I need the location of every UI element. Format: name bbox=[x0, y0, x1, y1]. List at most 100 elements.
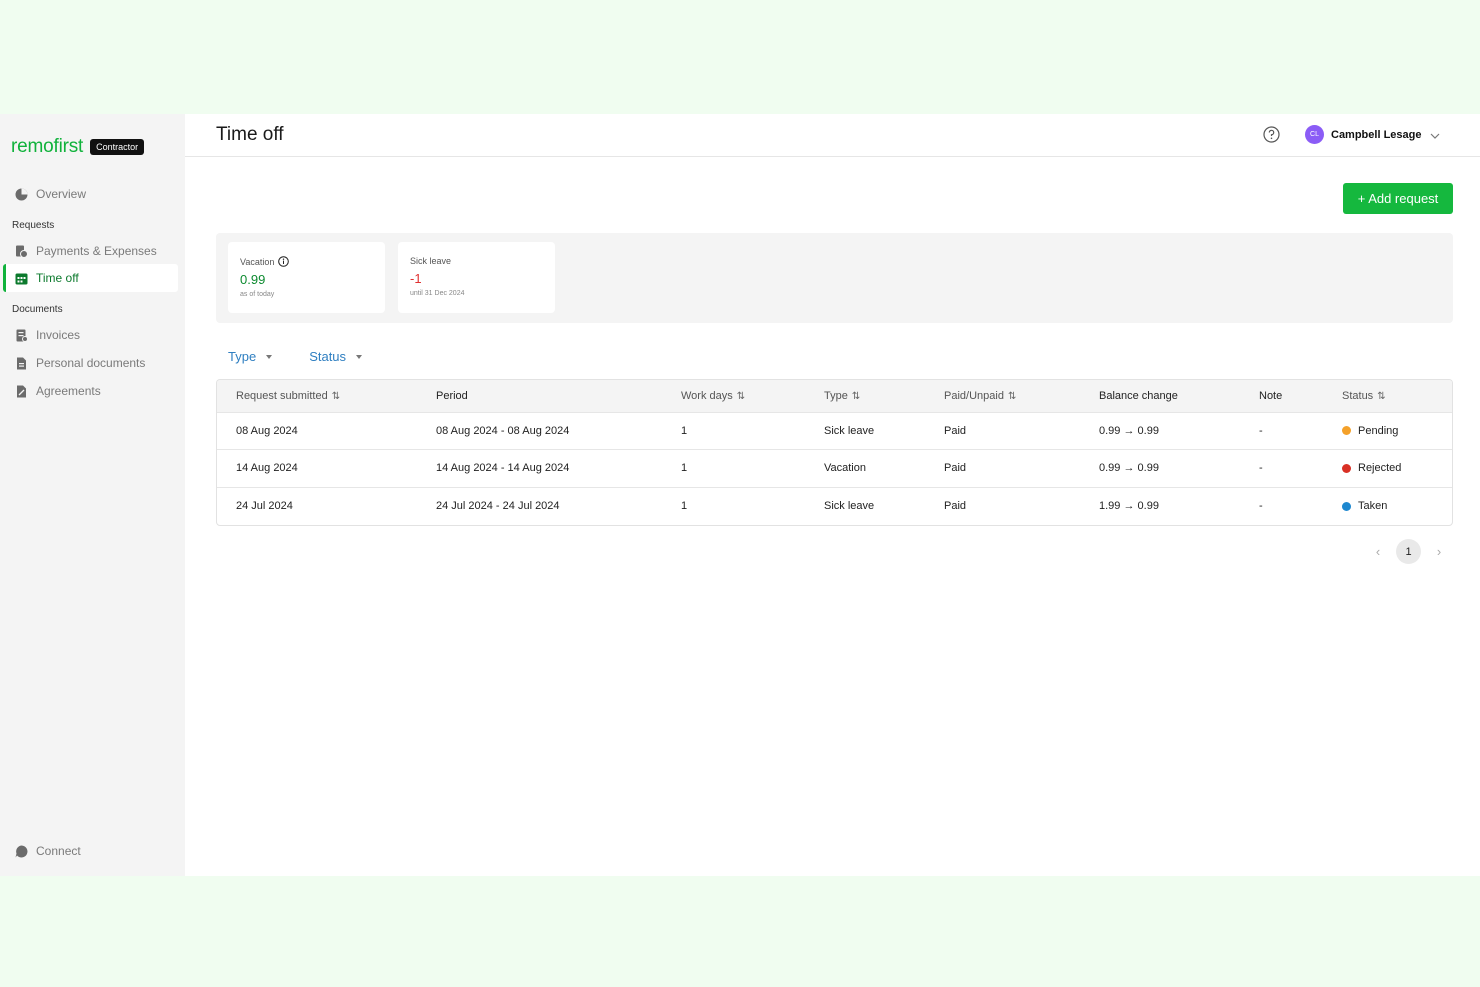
sidebar-item-personal-documents[interactable]: Personal documents bbox=[3, 349, 178, 377]
signed-document-icon bbox=[15, 385, 28, 398]
top-bar: Time off CL Campbell Lesage bbox=[185, 114, 1480, 157]
column-header-label: Period bbox=[436, 389, 468, 402]
column-header-label: Balance change bbox=[1099, 389, 1178, 402]
next-page-button[interactable]: › bbox=[1433, 544, 1445, 559]
status-label: Pending bbox=[1358, 424, 1399, 437]
calendar-icon bbox=[15, 272, 28, 285]
column-header-balance-change: Balance change bbox=[1080, 380, 1240, 412]
sidebar-item-agreements[interactable]: Agreements bbox=[3, 377, 178, 405]
column-header-work-days[interactable]: Work days ⇅ bbox=[662, 380, 805, 412]
previous-page-button[interactable]: ‹ bbox=[1372, 544, 1384, 559]
cell-note: - bbox=[1259, 500, 1263, 512]
add-request-button[interactable]: + Add request bbox=[1343, 183, 1453, 214]
table-row[interactable]: 24 Jul 2024 24 Jul 2024 - 24 Jul 2024 1 … bbox=[217, 487, 1452, 525]
pie-chart-icon bbox=[15, 188, 28, 201]
cell-balance-change: 0.99 → 0.99 bbox=[1099, 462, 1159, 475]
document-icon bbox=[15, 357, 28, 370]
sidebar-item-label: Connect bbox=[36, 844, 81, 858]
help-icon[interactable] bbox=[1263, 126, 1280, 143]
table-header-row: Request submitted ⇅ Period Work days ⇅ Typ… bbox=[217, 380, 1452, 412]
avatar: CL bbox=[1305, 125, 1324, 144]
sidebar-item-overview[interactable]: Overview bbox=[3, 180, 178, 208]
balance-note: as of today bbox=[240, 291, 275, 298]
sidebar-item-label: Invoices bbox=[36, 328, 81, 342]
balance-value: -1 bbox=[410, 271, 422, 286]
column-header-label: Status bbox=[1342, 389, 1374, 402]
column-header-label: Request submitted bbox=[236, 389, 328, 402]
cell-paid: Paid bbox=[944, 500, 967, 512]
cell-balance-change: 0.99 → 0.99 bbox=[1099, 424, 1159, 437]
app-window: remofirst Contractor Overview Requests P… bbox=[0, 114, 1480, 876]
balance-label: Vacation bbox=[240, 256, 373, 267]
sidebar-item-invoices[interactable]: Invoices bbox=[3, 321, 178, 349]
column-header-request-submitted[interactable]: Request submitted ⇅ bbox=[217, 380, 417, 412]
sort-icon: ⇅ bbox=[1377, 390, 1386, 402]
filter-label: Type bbox=[228, 349, 257, 364]
status-label: Rejected bbox=[1358, 462, 1402, 475]
balance-card-sick-leave: Sick leave -1 until 31 Dec 2024 bbox=[398, 242, 555, 313]
cell-submitted: 14 Aug 2024 bbox=[236, 462, 298, 475]
cell-type: Sick leave bbox=[824, 500, 875, 512]
brand-logo: remofirst bbox=[11, 136, 84, 157]
status-dot bbox=[1342, 501, 1351, 511]
sidebar-item-label: Personal documents bbox=[36, 356, 146, 370]
sidebar-item-connect[interactable]: Connect bbox=[3, 837, 178, 865]
column-header-label: Type bbox=[824, 389, 848, 402]
cell-status: Pending bbox=[1323, 412, 1452, 450]
column-header-label: Note bbox=[1259, 389, 1283, 402]
sidebar-item-label: Payments & Expenses bbox=[36, 244, 157, 258]
type-filter-dropdown[interactable]: Type bbox=[228, 349, 273, 364]
sidebar-item-payments[interactable]: Payments & Expenses bbox=[3, 237, 178, 265]
cell-paid: Paid bbox=[944, 424, 967, 437]
status-filter-dropdown[interactable]: Status bbox=[309, 349, 363, 364]
cell-balance-change: 1.99 → 0.99 bbox=[1099, 500, 1159, 512]
cell-status: Rejected bbox=[1323, 450, 1452, 488]
cell-submitted: 24 Jul 2024 bbox=[236, 500, 293, 512]
chat-bubble-icon bbox=[15, 845, 28, 858]
money-document-icon bbox=[15, 245, 28, 258]
caret-down-icon bbox=[356, 354, 363, 359]
status-dot bbox=[1342, 463, 1351, 473]
balance-value: 0.99 bbox=[240, 272, 266, 287]
sort-icon: ⇅ bbox=[1007, 390, 1017, 402]
cell-work-days: 1 bbox=[681, 462, 688, 475]
user-menu[interactable]: CL Campbell Lesage bbox=[1305, 125, 1441, 144]
info-icon[interactable] bbox=[278, 256, 290, 267]
column-header-period: Period bbox=[417, 380, 662, 412]
cell-status: Taken bbox=[1323, 487, 1452, 525]
cell-period: 24 Jul 2024 - 24 Jul 2024 bbox=[436, 500, 560, 512]
cell-work-days: 1 bbox=[681, 500, 688, 512]
balance-note: until 31 Dec 2024 bbox=[410, 290, 465, 297]
brand[interactable]: remofirst Contractor bbox=[11, 136, 145, 158]
sidebar-item-label: Overview bbox=[36, 187, 87, 201]
page-button-current[interactable]: 1 bbox=[1396, 539, 1421, 564]
sidebar: remofirst Contractor Overview Requests P… bbox=[0, 114, 185, 876]
status-label: Taken bbox=[1358, 500, 1388, 512]
status-dot bbox=[1342, 426, 1351, 436]
sidebar-item-time-off[interactable]: Time off bbox=[3, 264, 178, 292]
cell-note: - bbox=[1259, 424, 1263, 437]
caret-down-icon bbox=[266, 354, 273, 359]
cell-note: - bbox=[1259, 462, 1263, 475]
column-header-label: Paid/Unpaid bbox=[944, 389, 1004, 402]
pagination: ‹ 1 › bbox=[1372, 539, 1445, 564]
user-name: Campbell Lesage bbox=[1331, 128, 1422, 141]
time-off-table: Request submitted ⇅ Period Work days ⇅ Typ… bbox=[216, 379, 1453, 526]
sidebar-item-label: Agreements bbox=[36, 384, 101, 398]
balance-label-text: Vacation bbox=[240, 256, 275, 267]
column-header-status[interactable]: Status ⇅ bbox=[1323, 380, 1452, 412]
table-row[interactable]: 08 Aug 2024 08 Aug 2024 - 08 Aug 2024 1 … bbox=[217, 412, 1452, 450]
cell-period: 14 Aug 2024 - 14 Aug 2024 bbox=[436, 462, 570, 475]
page-title: Time off bbox=[216, 124, 284, 145]
cell-period: 08 Aug 2024 - 08 Aug 2024 bbox=[436, 424, 570, 437]
contractor-badge: Contractor bbox=[90, 139, 145, 155]
sort-icon: ⇅ bbox=[331, 390, 341, 402]
column-header-type[interactable]: Type ⇅ bbox=[805, 380, 925, 412]
column-header-note: Note bbox=[1240, 380, 1323, 412]
balance-card-vacation: Vacation 0.99 as of today bbox=[228, 242, 385, 313]
table-row[interactable]: 14 Aug 2024 14 Aug 2024 - 14 Aug 2024 1 … bbox=[217, 449, 1452, 488]
sort-icon: ⇅ bbox=[736, 390, 746, 402]
column-header-paid-unpaid[interactable]: Paid/Unpaid ⇅ bbox=[925, 380, 1080, 412]
cell-paid: Paid bbox=[944, 462, 967, 475]
section-label-requests: Requests bbox=[12, 220, 55, 231]
